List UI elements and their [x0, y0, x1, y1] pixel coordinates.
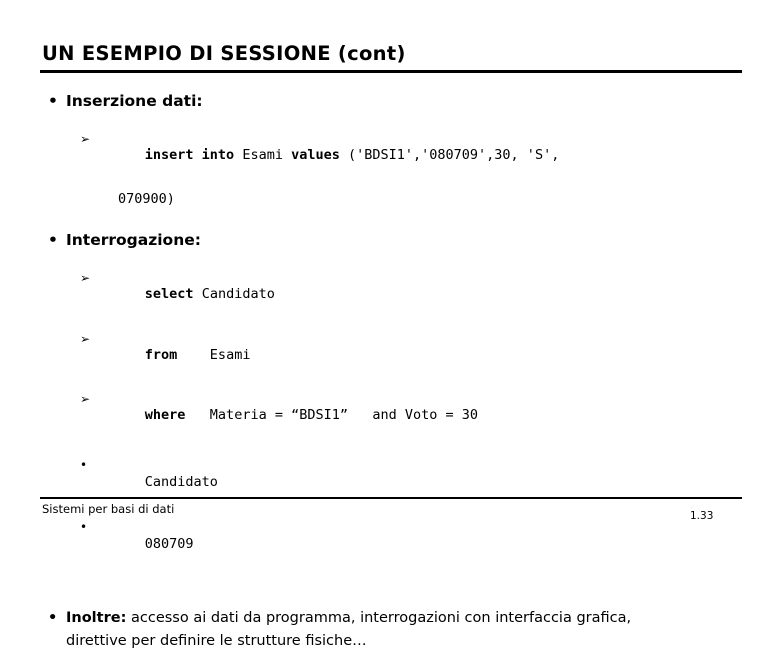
slide-body: • Inserzione dati: ➢ insert into Esami va…	[0, 92, 780, 654]
bullet-interrogazione: • Interrogazione:	[0, 231, 780, 250]
sql-keyword-from: from	[144, 346, 178, 363]
page-title: UN ESEMPIO DI SESSIONE (cont)	[42, 42, 406, 65]
footer-page-number: 1.33	[690, 510, 714, 522]
bullet-dot-icon: •	[80, 457, 88, 472]
bullet-inserzione-dati: • Inserzione dati:	[0, 92, 780, 111]
bullet-inserzione-label: Inserzione dati:	[66, 92, 203, 110]
bullet-dot-icon: •	[48, 230, 58, 249]
bullet-inoltre-note: • Inoltre: accesso ai dati da programma, …	[0, 607, 780, 654]
code-insert-continuation: 070900)	[118, 190, 175, 207]
sql-where-condition: Materia = “BDSI1” and Voto = 30	[185, 407, 479, 424]
title-divider	[40, 70, 742, 73]
sql-keyword-values: values	[291, 147, 340, 164]
code-from-clause: ➢ from Esami	[0, 331, 780, 378]
bullet-dot-icon: •	[48, 92, 58, 110]
arrow-bullet-icon: ➢	[80, 331, 91, 346]
sql-keyword-select: select	[144, 285, 194, 302]
sql-table-esami: Esami	[234, 147, 292, 164]
arrow-bullet-icon: ➢	[80, 132, 91, 147]
sql-select-list: Candidato	[193, 285, 275, 302]
sql-values-tuple: ('BDSI1','080709',30, 'S',	[339, 147, 560, 164]
sql-from-table: Esami	[177, 346, 251, 363]
code-where-clause: ➢ where Materia = “BDSI1” and Voto = 30	[0, 392, 780, 438]
note-lead-label: Inoltre:	[66, 609, 127, 626]
code-insert-statement: ➢ insert into Esami values ('BDSI1','0807…	[0, 132, 780, 178]
bullet-dot-icon: •	[80, 520, 88, 535]
arrow-bullet-icon: ➢	[80, 271, 91, 286]
arrow-bullet-icon: ➢	[80, 392, 91, 407]
result-row-value: • 080709	[0, 520, 780, 567]
result-column-name: Candidato	[144, 473, 218, 490]
note-body-text: accesso ai dati da programma, interrogaz…	[66, 609, 632, 650]
bullet-interrogazione-label: Interrogazione:	[66, 230, 201, 249]
sql-keyword-where: where	[144, 407, 186, 424]
result-value: 080709	[144, 536, 194, 553]
code-select-clause: ➢ select Candidato	[0, 271, 780, 317]
slide-canvas: UN ESEMPIO DI SESSIONE (cont) • Inserzio…	[0, 0, 780, 649]
footer-course-title: Sistemi per basi di dati	[42, 502, 175, 516]
bullet-dot-icon: •	[48, 609, 58, 626]
sql-keyword-insert-into: insert into	[144, 147, 235, 164]
footer-divider	[40, 497, 742, 499]
